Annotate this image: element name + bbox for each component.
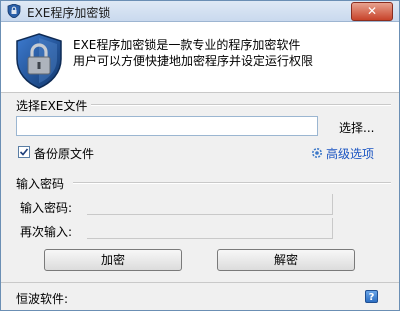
header-panel: EXE程序加密锁是一款专业的程序加密软件 用户可以方便快捷地加密程序并设定运行权… [1, 22, 399, 93]
help-icon[interactable]: ? [365, 290, 378, 303]
repeat-password-input[interactable] [87, 218, 333, 239]
file-group-divider [91, 104, 391, 106]
description-line-1: EXE程序加密锁是一款专业的程序加密软件 [73, 38, 301, 52]
window-title: EXE程序加密锁 [27, 6, 111, 20]
encrypt-button[interactable]: 加密 [44, 249, 182, 271]
file-group-label: 选择EXE文件 [16, 99, 88, 113]
title-bar: EXE程序加密锁 ✕ [1, 1, 399, 22]
header-description: EXE程序加密锁是一款专业的程序加密软件 用户可以方便快捷地加密程序并设定运行权… [73, 37, 313, 69]
footer-company: 恒波软件: [16, 292, 69, 306]
backup-checkbox[interactable] [18, 146, 30, 158]
file-path-input[interactable] [16, 116, 318, 136]
shield-lock-icon [16, 33, 62, 89]
password-group-label: 输入密码 [16, 177, 65, 191]
password-input[interactable] [87, 194, 333, 215]
description-line-2: 用户可以方便快捷地加密程序并设定运行权限 [73, 54, 314, 68]
decrypt-button[interactable]: 解密 [217, 249, 355, 271]
password-group-divider [73, 182, 391, 184]
gear-icon[interactable] [311, 147, 323, 159]
advanced-options-link[interactable]: 高级选项 [326, 145, 374, 162]
footer-divider [1, 282, 399, 283]
repeat-password-label: 再次输入: [20, 225, 73, 239]
app-window: EXE程序加密锁 ✕ EXE程序加密锁是一款专业的程序加密软件 用户可以方便快捷… [0, 0, 400, 311]
shield-lock-icon [7, 4, 21, 18]
password-label: 输入密码: [20, 201, 73, 215]
browse-button[interactable]: 选择... [339, 119, 374, 136]
backup-label[interactable]: 备份原文件 [34, 145, 94, 162]
checkmark-icon [19, 148, 29, 156]
close-button[interactable]: ✕ [351, 2, 393, 21]
